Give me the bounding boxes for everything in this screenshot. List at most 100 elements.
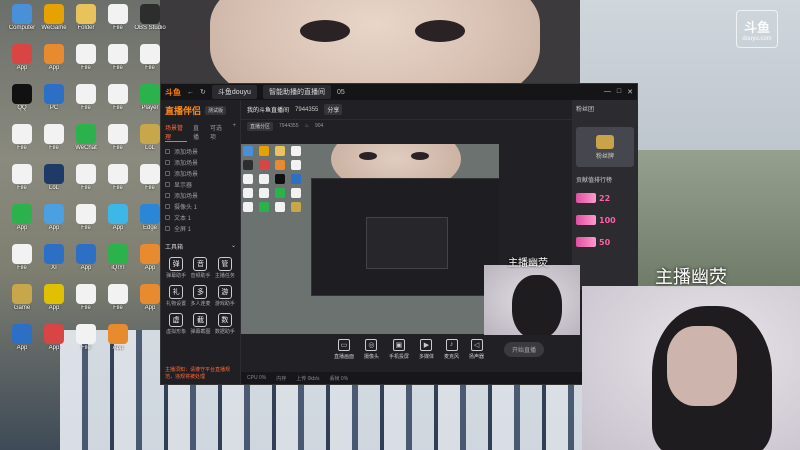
scene-item[interactable]: 文本 1: [165, 212, 236, 223]
scene-item[interactable]: 添加场景: [165, 168, 236, 179]
eye-icon[interactable]: [165, 182, 170, 187]
source-button[interactable]: ◁ 扬声器: [469, 338, 484, 360]
source-button[interactable]: ◎ 摄像头: [364, 338, 379, 360]
desktop-icon[interactable]: Game: [6, 284, 38, 311]
desktop-icon[interactable]: App: [38, 324, 70, 351]
mini-desktop-icon: [291, 202, 301, 212]
start-live-button[interactable]: 开始直播: [504, 341, 545, 357]
tool-button[interactable]: 多多人连麦: [189, 285, 211, 307]
desktop-icon[interactable]: File: [70, 44, 102, 71]
desktop-icon[interactable]: App: [38, 44, 70, 71]
desktop-icon[interactable]: File: [70, 84, 102, 111]
browser-tab-active[interactable]: 智能助播的直播间: [262, 85, 331, 99]
version-badge: 测试版: [205, 106, 227, 115]
share-button[interactable]: 分享: [324, 104, 343, 115]
mini-desktop-icon: [259, 174, 269, 184]
desktop-icon[interactable]: App: [38, 284, 70, 311]
maximize-icon[interactable]: □: [617, 88, 621, 96]
desktop-icon[interactable]: File: [6, 244, 38, 271]
desktop-icon[interactable]: App: [102, 204, 134, 231]
scene-item[interactable]: 摄像头 1: [165, 201, 236, 212]
desktop-icon[interactable]: File: [102, 124, 134, 151]
desktop-icon[interactable]: QQ: [6, 84, 38, 111]
source-button[interactable]: ▶ 多媒体: [419, 338, 434, 360]
room-id: 7944355: [295, 106, 319, 113]
scene-item[interactable]: 全屏 1: [165, 223, 236, 234]
scene-item[interactable]: 添加场景: [165, 157, 236, 168]
sidebar: 直播伴侣 测试版 场景管理 直播 可选项 + 添加场景 添加场景 添加场景 显示器 添加…: [161, 100, 241, 384]
source-button[interactable]: ▣ 手机投屏: [389, 338, 409, 360]
desktop-icon-label: PC: [49, 105, 59, 111]
desktop-icon[interactable]: PC: [38, 84, 70, 111]
tool-button[interactable]: 数数据助手: [214, 313, 236, 335]
refresh-icon[interactable]: ↻: [200, 88, 206, 96]
tool-button[interactable]: 游游戏助手: [214, 285, 236, 307]
eye-icon[interactable]: [165, 204, 170, 209]
desktop-icon[interactable]: App: [6, 44, 38, 71]
desktop-icon[interactable]: XI: [38, 244, 70, 271]
browser-tab[interactable]: 斗鱼douyu: [211, 85, 257, 99]
tab-options[interactable]: 可选项: [210, 123, 227, 142]
eye-icon[interactable]: [165, 160, 170, 165]
scene-item[interactable]: 添加场景: [165, 146, 236, 157]
eye-icon[interactable]: [165, 149, 170, 154]
desktop-icon[interactable]: App: [6, 204, 38, 231]
desktop-icon[interactable]: File: [6, 124, 38, 151]
tool-button[interactable]: 虚虚拟形象: [165, 313, 187, 335]
desktop-icon[interactable]: File: [6, 164, 38, 191]
collapse-icon[interactable]: ⌄: [231, 242, 236, 251]
app-icon: [108, 204, 128, 224]
tool-button[interactable]: 音音频助手: [189, 257, 211, 279]
eye-icon[interactable]: [165, 215, 170, 220]
desktop-icon[interactable]: File: [38, 124, 70, 151]
app-icon: [44, 244, 64, 264]
desktop-icon[interactable]: File: [102, 84, 134, 111]
tab-live[interactable]: 直播: [193, 123, 204, 142]
back-icon[interactable]: ←: [187, 89, 194, 96]
desktop-icon[interactable]: WeChat: [70, 124, 102, 151]
mini-desktop-icon: [291, 174, 301, 184]
desktop-icon[interactable]: LoL: [38, 164, 70, 191]
desktop-icon[interactable]: File: [102, 164, 134, 191]
minimize-icon[interactable]: —: [604, 88, 611, 96]
app-icon: [76, 4, 96, 24]
desktop-icon[interactable]: App: [70, 244, 102, 271]
source-button[interactable]: ▭ 直播画面: [334, 338, 354, 360]
add-icon[interactable]: +: [232, 123, 236, 142]
fan-badge-card[interactable]: 粉丝牌: [576, 127, 634, 167]
tool-button[interactable]: 弹弹幕助手: [165, 257, 187, 279]
desktop-icon[interactable]: Folder: [70, 4, 102, 31]
scene-label: 添加场景: [174, 161, 199, 167]
category-label[interactable]: 直播分区: [247, 121, 274, 131]
eye-icon[interactable]: [165, 193, 170, 198]
tool-label: 数据助手: [214, 329, 235, 335]
scene-item[interactable]: 添加场景: [165, 190, 236, 201]
desktop-icon[interactable]: File: [70, 284, 102, 311]
desktop-icon-label: App: [16, 225, 28, 231]
desktop-icon[interactable]: File: [102, 44, 134, 71]
tool-button[interactable]: 管主播任务: [214, 257, 236, 279]
close-icon[interactable]: ✕: [627, 88, 633, 96]
desktop-icon[interactable]: WeGame: [38, 4, 70, 31]
tool-button[interactable]: 截弹幕截图: [189, 313, 211, 335]
desktop-icon[interactable]: Computer: [6, 4, 38, 31]
tab-scenes[interactable]: 场景管理: [165, 123, 187, 142]
desktop-icon[interactable]: File: [70, 164, 102, 191]
desktop-icon[interactable]: App: [38, 204, 70, 231]
desktop-icon[interactable]: App: [102, 324, 134, 351]
scene-item[interactable]: 显示器: [165, 179, 236, 190]
desktop-icon[interactable]: iQIYI: [102, 244, 134, 271]
desktop-icon[interactable]: File: [102, 4, 134, 31]
eye-icon[interactable]: [165, 226, 170, 231]
tool-button[interactable]: 礼礼物设置: [165, 285, 187, 307]
desktop-icon[interactable]: File: [70, 204, 102, 231]
mini-desktop-icon: [291, 188, 301, 198]
live-preview[interactable]: [241, 144, 499, 334]
desktop-icon[interactable]: OBS Studio: [134, 4, 166, 31]
eye-icon[interactable]: [165, 171, 170, 176]
source-button[interactable]: ♪ 麦克风: [444, 338, 459, 360]
desktop-icon[interactable]: File: [134, 44, 166, 71]
desktop-icon[interactable]: App: [6, 324, 38, 351]
desktop-icon[interactable]: File: [70, 324, 102, 351]
desktop-icon[interactable]: File: [102, 284, 134, 311]
